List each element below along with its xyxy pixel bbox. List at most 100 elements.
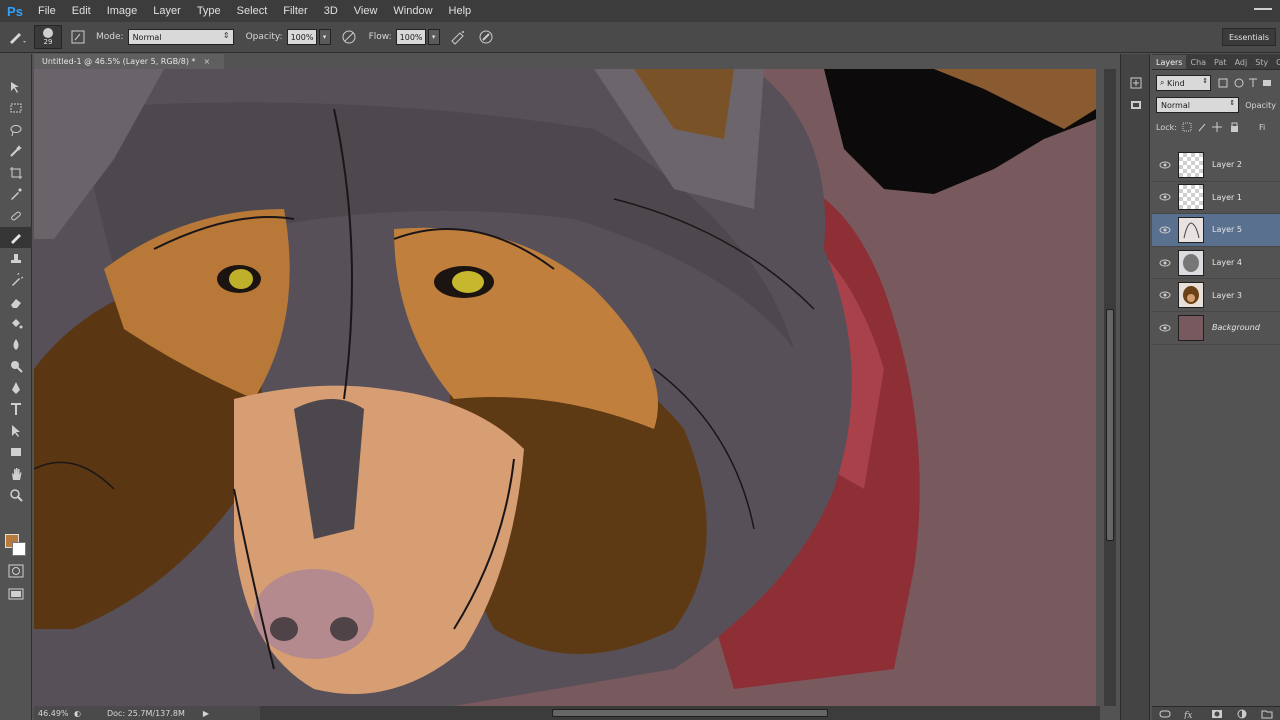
info-icon[interactable]: ◐ xyxy=(74,709,81,718)
paint-bucket-tool[interactable] xyxy=(0,313,32,335)
brush-panel-toggle[interactable] xyxy=(68,27,88,47)
tab-styles[interactable]: Sty xyxy=(1251,58,1272,69)
hand-icon xyxy=(12,467,22,480)
arrow-select-icon xyxy=(12,424,20,437)
rectangle-tool[interactable] xyxy=(0,442,32,464)
crop-tool[interactable] xyxy=(0,162,32,184)
menu-edit[interactable]: Edit xyxy=(64,0,99,22)
eye-icon[interactable] xyxy=(1152,324,1178,332)
layer-list: Layer 2 Layer 1 Layer 5 Layer 4 Layer 3 … xyxy=(1152,149,1280,345)
airbrush-icon xyxy=(450,31,464,45)
eye-icon[interactable] xyxy=(1152,291,1178,299)
brush-tool[interactable] xyxy=(0,226,32,248)
layer-row-layer-4[interactable]: Layer 4 xyxy=(1152,247,1280,280)
eye-icon[interactable] xyxy=(1152,226,1178,234)
menu-3d[interactable]: 3D xyxy=(316,0,346,22)
layer-row-layer-2[interactable]: Layer 2 xyxy=(1152,149,1280,182)
horizontal-scroll-thumb[interactable] xyxy=(552,709,828,717)
lock-row: Lock: Fi xyxy=(1152,116,1280,138)
adjustment-layer-icon[interactable] xyxy=(1236,709,1248,719)
eye-icon[interactable] xyxy=(1152,161,1178,169)
menu-window[interactable]: Window xyxy=(385,0,440,22)
tab-adjustments[interactable]: Adj xyxy=(1231,58,1252,69)
layer-row-layer-5[interactable]: Layer 5 xyxy=(1152,214,1280,247)
flow-field[interactable]: 100% xyxy=(395,29,426,45)
menu-filter[interactable]: Filter xyxy=(275,0,315,22)
kind-value: Kind xyxy=(1167,78,1185,88)
menu-type[interactable]: Type xyxy=(189,0,229,22)
link-layers-icon[interactable] xyxy=(1159,709,1171,719)
brush-preset-picker[interactable]: 29 xyxy=(34,25,62,49)
tab-color[interactable]: Co xyxy=(1272,58,1280,69)
droplet-icon xyxy=(13,338,19,350)
menu-view[interactable]: View xyxy=(346,0,386,22)
blend-row: Normal ⇕ Opacity xyxy=(1152,94,1280,116)
clone-stamp-tool[interactable] xyxy=(0,248,32,270)
menu-image[interactable]: Image xyxy=(99,0,146,22)
type-tool[interactable] xyxy=(0,399,32,421)
dodge-tool[interactable] xyxy=(0,356,32,378)
history-panel-button[interactable] xyxy=(1121,72,1151,94)
menu-help[interactable]: Help xyxy=(441,0,480,22)
new-group-icon[interactable] xyxy=(1261,709,1273,719)
properties-panel-button[interactable] xyxy=(1121,94,1151,116)
opacity-field[interactable]: 100% xyxy=(286,29,317,45)
eye-icon[interactable] xyxy=(1152,259,1178,267)
flow-slider-toggle[interactable]: ▾ xyxy=(427,29,440,45)
pressure-size-button[interactable] xyxy=(476,27,496,47)
screen-mode-button[interactable] xyxy=(8,587,24,604)
healing-tool[interactable] xyxy=(0,205,32,227)
eye-icon[interactable] xyxy=(1152,193,1178,201)
layer-row-layer-1[interactable]: Layer 1 xyxy=(1152,182,1280,215)
mode-dropdown[interactable]: Normal ⇕ xyxy=(127,29,234,45)
layer-row-layer-3[interactable]: Layer 3 xyxy=(1152,279,1280,312)
close-tab-icon[interactable]: × xyxy=(204,57,211,66)
brush-tool-icon xyxy=(11,234,21,245)
quick-select-tool[interactable] xyxy=(0,141,32,163)
zoom-tool[interactable] xyxy=(0,485,32,507)
tab-channels[interactable]: Cha xyxy=(1186,58,1210,69)
workspace-switcher[interactable]: Essentials xyxy=(1221,28,1276,46)
history-icon xyxy=(1130,77,1142,89)
layer-thumbnail xyxy=(1178,282,1204,309)
opacity-slider-toggle[interactable]: ▾ xyxy=(318,29,331,45)
airbrush-button[interactable] xyxy=(448,27,468,47)
hand-tool[interactable] xyxy=(0,463,32,485)
document-canvas[interactable] xyxy=(34,69,1096,706)
vertical-scroll-thumb[interactable] xyxy=(1106,309,1114,541)
tool-preset-picker[interactable] xyxy=(0,22,34,53)
pressure-opacity-button[interactable] xyxy=(339,27,359,47)
eraser-tool[interactable] xyxy=(0,291,32,313)
menu-select[interactable]: Select xyxy=(229,0,276,22)
background-color-swatch[interactable] xyxy=(12,542,26,556)
eyedropper-tool[interactable] xyxy=(0,184,32,206)
marquee-tool[interactable] xyxy=(0,98,32,120)
history-brush-tool[interactable] xyxy=(0,270,32,292)
minimize-button[interactable] xyxy=(1254,6,1272,10)
path-select-tool[interactable] xyxy=(0,420,32,442)
filter-icons[interactable] xyxy=(1217,77,1276,89)
menu-file[interactable]: File xyxy=(30,0,64,22)
layer-style-icon[interactable]: fx xyxy=(1184,709,1198,719)
lock-icons[interactable] xyxy=(1181,121,1251,133)
lasso-tool[interactable] xyxy=(0,119,32,141)
menu-layer[interactable]: Layer xyxy=(145,0,189,22)
layer-mask-icon[interactable] xyxy=(1211,709,1223,719)
quick-mask-button[interactable] xyxy=(8,564,24,581)
move-tool[interactable] xyxy=(0,76,32,98)
pen-tool[interactable] xyxy=(0,377,32,399)
tab-layers[interactable]: Layers xyxy=(1152,55,1187,69)
magic-wand-icon xyxy=(10,145,22,157)
pressure-size-icon xyxy=(479,30,493,44)
zoom-level[interactable]: 46.49% xyxy=(34,709,74,718)
brush-icon xyxy=(10,33,26,44)
blend-mode-dropdown[interactable]: Normal ⇕ xyxy=(1156,97,1240,113)
vertical-scrollbar[interactable] xyxy=(1104,69,1116,706)
layer-row-background[interactable]: Background xyxy=(1152,312,1280,345)
kind-filter-dropdown[interactable]: ⌕ Kind ⇕ xyxy=(1156,75,1212,91)
tab-paths[interactable]: Pat xyxy=(1210,58,1231,69)
document-tab[interactable]: Untitled-1 @ 46.5% (Layer 5, RGB/8) * × xyxy=(34,54,224,69)
horizontal-scrollbar[interactable] xyxy=(260,706,1100,720)
blur-tool[interactable] xyxy=(0,334,32,356)
status-menu-arrow-icon[interactable]: ▶ xyxy=(203,709,209,718)
